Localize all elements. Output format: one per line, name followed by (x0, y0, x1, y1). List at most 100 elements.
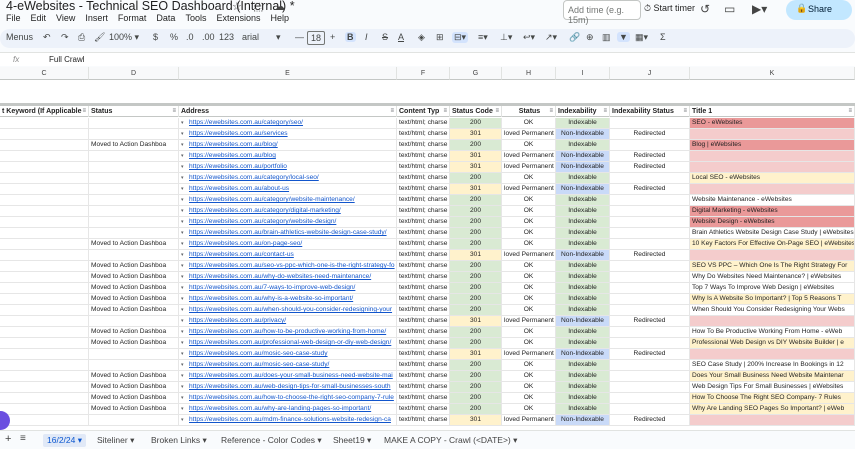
cell-status[interactable] (89, 118, 179, 128)
insert-link-icon[interactable]: 🔗 (569, 32, 580, 43)
cell-kw[interactable] (0, 173, 89, 183)
cell-ct[interactable]: text/html; charse (397, 316, 450, 326)
filter-icon[interactable]: ≡ (495, 106, 499, 117)
menus-search[interactable]: Menus (6, 32, 33, 42)
cell-url[interactable]: ▾ https://ewebsites.com.au/on-page-seo/ (179, 239, 397, 249)
cell-url[interactable]: ▾ https://ewebsites.com.au/blog (179, 151, 397, 161)
cell-ct[interactable]: text/html; charse (397, 206, 450, 216)
cell-code[interactable]: 200 (450, 173, 502, 183)
all-sheets-icon[interactable]: ≡ (20, 433, 26, 444)
cell-ct[interactable]: text/html; charse (397, 338, 450, 348)
cell-code[interactable]: 200 (450, 305, 502, 315)
dropdown-chevron-icon[interactable]: ▾ (181, 382, 184, 392)
cell-idx[interactable]: Indexable (556, 283, 610, 293)
filter-icon[interactable]: ≡ (172, 106, 176, 117)
dropdown-chevron-icon[interactable]: ▾ (181, 140, 184, 150)
cell-idxs[interactable] (610, 382, 690, 392)
add-time-input[interactable]: Add time (e.g. 15m) (563, 0, 641, 25)
cell-hstatus[interactable]: OK (502, 261, 556, 271)
cell-status[interactable] (89, 184, 179, 194)
cell-code[interactable]: 200 (450, 283, 502, 293)
filter-icon[interactable]: ≡ (82, 106, 86, 117)
header-keyword[interactable]: t Keyword (If Applicable ≡ (0, 106, 89, 117)
cell-code[interactable]: 200 (450, 140, 502, 150)
cell-title[interactable]: Digital Marketing - eWebsites (690, 206, 855, 216)
cell-title[interactable] (690, 129, 855, 139)
cell-hstatus[interactable]: OK (502, 404, 556, 414)
header-http-status[interactable]: Status ≡ (502, 106, 556, 117)
url-link[interactable]: https://ewebsites.com.au/how-to-choose-t… (189, 394, 394, 401)
dropdown-chevron-icon[interactable]: ▾ (181, 195, 184, 205)
cell-code[interactable]: 200 (450, 382, 502, 392)
insert-comment-icon[interactable]: ⊕ (586, 32, 594, 43)
dropdown-chevron-icon[interactable]: ▾ (181, 272, 184, 282)
cell-ct[interactable]: text/html; charse (397, 294, 450, 304)
dropdown-chevron-icon[interactable]: ▾ (181, 327, 184, 337)
dropdown-chevron-icon[interactable]: ▾ (181, 371, 184, 381)
cell-idxs[interactable] (610, 371, 690, 381)
cell-url[interactable]: ▾ https://ewebsites.com.au/why-is-a-websi… (179, 294, 397, 304)
cell-kw[interactable] (0, 371, 89, 381)
cell-status[interactable]: Moved to Action Dashboa (89, 239, 179, 249)
menu-insert[interactable]: Insert (80, 13, 113, 25)
cell-kw[interactable] (0, 316, 89, 326)
cell-idx[interactable]: Non-Indexable (556, 349, 610, 359)
cell-code[interactable]: 200 (450, 360, 502, 370)
text-wrap-icon[interactable]: ↩▾ (523, 32, 535, 43)
header-indexability-status[interactable]: Indexability Status ≡ (610, 106, 690, 117)
meet-icon[interactable]: ▶▾ (752, 2, 767, 16)
cell-hstatus[interactable]: OK (502, 118, 556, 128)
cell-title[interactable]: Top 7 Ways To Improve Web Design | eWebs… (690, 283, 855, 293)
cell-code[interactable]: 200 (450, 327, 502, 337)
dropdown-chevron-icon[interactable]: ▾ (181, 184, 184, 194)
cell-url[interactable]: ▾ https://ewebsites.com.au/about-us (179, 184, 397, 194)
cell-ct[interactable]: text/html; charse (397, 305, 450, 315)
cell-hstatus[interactable]: loved Permanent (502, 151, 556, 161)
cell-ct[interactable]: text/html; charse (397, 217, 450, 227)
italic-button[interactable]: I (365, 32, 368, 42)
cell-title[interactable] (690, 151, 855, 161)
cell-url[interactable]: ▾ https://ewebsites.com.au/category/websi… (179, 217, 397, 227)
vertical-align-icon[interactable]: ⊥▾ (500, 32, 512, 43)
url-link[interactable]: https://ewebsites.com.au/privacy/ (189, 317, 286, 324)
dropdown-chevron-icon[interactable]: ▾ (181, 283, 184, 293)
cell-kw[interactable] (0, 217, 89, 227)
menu-extensions[interactable]: Extensions (211, 13, 265, 25)
cell-url[interactable]: ▾ https://ewebsites.com.au/category/local… (179, 173, 397, 183)
column-header-k[interactable]: K (690, 67, 855, 80)
cell-url[interactable]: ▾ https://ewebsites.com.au/how-to-choose-… (179, 393, 397, 403)
cell-status[interactable] (89, 217, 179, 227)
cell-status[interactable] (89, 129, 179, 139)
cell-ct[interactable]: text/html; charse (397, 184, 450, 194)
cell-kw[interactable] (0, 393, 89, 403)
cell-idxs[interactable] (610, 195, 690, 205)
cell-title[interactable]: When Should You Consider Redesigning You… (690, 305, 855, 315)
cell-status[interactable]: Moved to Action Dashboa (89, 261, 179, 271)
cell-title[interactable]: Does Your Small Business Need Website Ma… (690, 371, 855, 381)
fill-color-icon[interactable]: ◈ (418, 32, 425, 43)
dropdown-chevron-icon[interactable]: ▾ (181, 162, 184, 172)
column-header-f[interactable]: F (397, 67, 450, 80)
cell-idx[interactable]: Non-Indexable (556, 316, 610, 326)
cell-idx[interactable]: Non-Indexable (556, 151, 610, 161)
dropdown-chevron-icon[interactable]: ▾ (181, 305, 184, 315)
url-link[interactable]: https://ewebsites.com.au/category/digita… (189, 207, 341, 214)
cell-url[interactable]: ▾ https://ewebsites.com.au/category/websi… (179, 195, 397, 205)
cell-url[interactable]: ▾ https://ewebsites.com.au/professional-w… (179, 338, 397, 348)
dropdown-chevron-icon[interactable]: ▾ (181, 217, 184, 227)
cell-hstatus[interactable]: OK (502, 371, 556, 381)
dropdown-chevron-icon[interactable]: ▾ (181, 360, 184, 370)
cell-idx[interactable]: Indexable (556, 173, 610, 183)
cell-status[interactable] (89, 162, 179, 172)
decrease-decimal-button[interactable]: .0 (186, 32, 194, 42)
menu-edit[interactable]: Edit (26, 13, 52, 25)
filter-icon[interactable]: ≡ (683, 106, 687, 117)
url-link[interactable]: https://ewebsites.com.au/7-ways-to-impro… (189, 284, 355, 291)
cell-url[interactable]: ▾ https://ewebsites.com.au/when-should-yo… (179, 305, 397, 315)
cell-ct[interactable]: text/html; charse (397, 261, 450, 271)
font-size-increase[interactable]: + (330, 32, 335, 42)
cell-idxs[interactable]: Redirected (610, 184, 690, 194)
comment-icon[interactable]: ▭ (724, 2, 735, 16)
cell-code[interactable]: 301 (450, 184, 502, 194)
cell-code[interactable]: 200 (450, 228, 502, 238)
